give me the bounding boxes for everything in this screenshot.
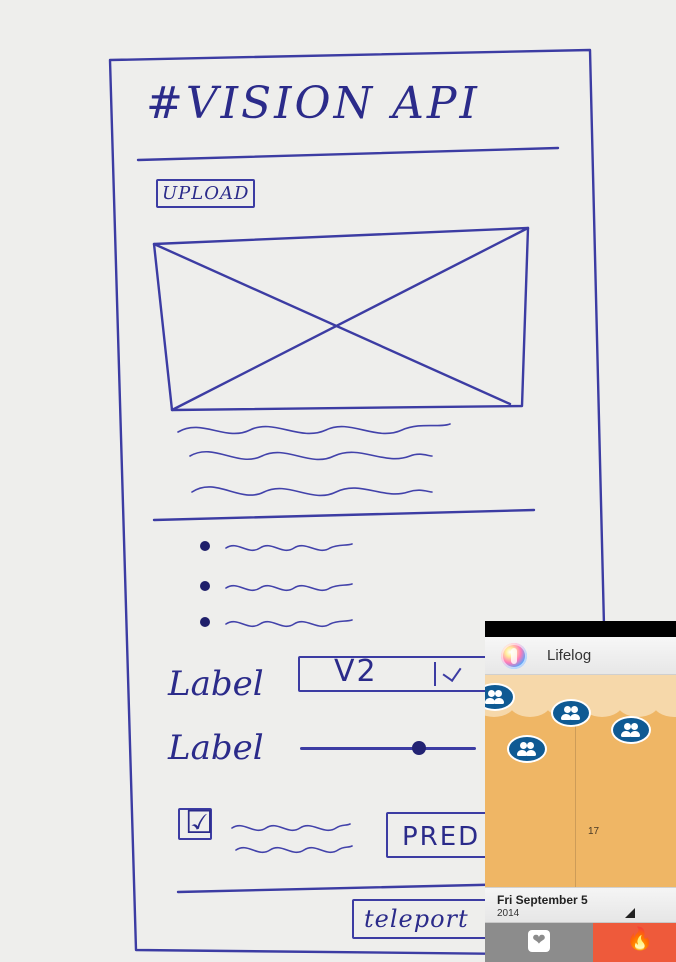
image-placeholder-frame xyxy=(152,226,530,412)
dropdown-caret-icon[interactable] xyxy=(625,908,635,918)
bottom-tab-bar: 🔥 xyxy=(485,923,676,962)
image-placeholder-cross-a xyxy=(152,242,512,406)
bullet-2 xyxy=(200,581,210,591)
flame-icon[interactable]: 🔥 xyxy=(626,929,653,953)
checkbox-scribble-2 xyxy=(235,845,353,854)
select-label: Label xyxy=(168,664,264,704)
date-picker[interactable]: Fri September 5 2014 xyxy=(485,887,676,923)
people-icon[interactable] xyxy=(551,699,591,727)
cloud-scallop xyxy=(653,689,676,717)
text-scribble-2 xyxy=(189,450,433,461)
image-placeholder-cross-b xyxy=(170,226,530,412)
people-icon[interactable] xyxy=(507,735,547,763)
version-select-value: V2 xyxy=(334,654,378,689)
page-title: #VISION API xyxy=(146,78,480,129)
timeline-view[interactable]: 17 xyxy=(485,675,676,887)
year-text: 2014 xyxy=(497,908,520,919)
timeline-axis xyxy=(575,703,576,887)
date-text: Fri September 5 xyxy=(497,893,588,907)
slider-label: Label xyxy=(168,728,264,768)
upload-button[interactable]: UPLOAD xyxy=(156,179,256,208)
status-bar xyxy=(485,621,676,637)
value-slider[interactable] xyxy=(300,747,476,750)
people-icon[interactable] xyxy=(611,716,651,744)
app-bar: Lifelog xyxy=(485,637,676,675)
bullet-scribble-1 xyxy=(225,543,353,552)
app-title: Lifelog xyxy=(547,647,592,664)
footer-rule xyxy=(176,882,522,894)
header-rule xyxy=(136,146,560,162)
day-number: 17 xyxy=(588,826,600,837)
text-scribble-1 xyxy=(177,423,451,435)
bullet-3 xyxy=(200,617,210,627)
text-scribble-3 xyxy=(191,486,433,497)
slider-thumb[interactable] xyxy=(412,741,426,755)
bullet-scribble-3 xyxy=(225,619,353,628)
checkbox-scribble-1 xyxy=(231,823,351,832)
chevron-down-icon[interactable] xyxy=(434,662,470,686)
heart-icon[interactable] xyxy=(528,930,550,952)
bullet-1 xyxy=(200,541,210,551)
bullet-scribble-2 xyxy=(225,583,353,592)
checkmark-icon: ☑ xyxy=(185,803,214,841)
phone-screenshot: Lifelog 17 Fri September 5 2014 🔥 xyxy=(485,621,676,962)
section-rule xyxy=(152,508,536,522)
lifelog-logo-icon[interactable] xyxy=(501,643,527,669)
